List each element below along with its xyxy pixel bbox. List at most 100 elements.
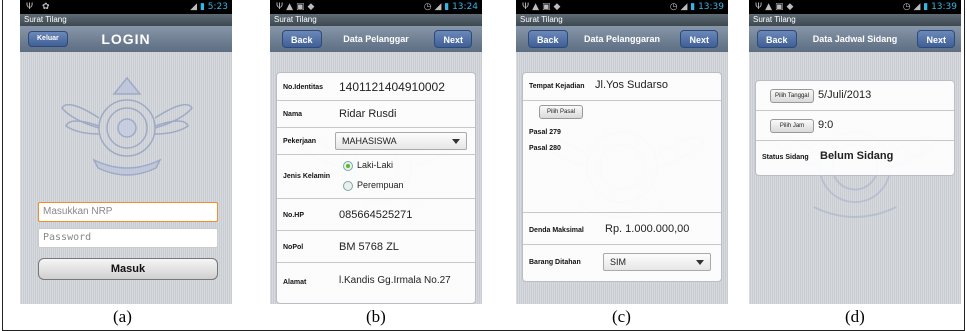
field-label: No.HP (283, 212, 304, 219)
pasal-item: Pasal 280 (529, 145, 561, 152)
field-row-tanggal: Pilih Tanggal 5/Juli/2013 (756, 81, 954, 111)
police-emblem-logo (61, 76, 193, 176)
status-bar: Ψ ✿ ◢ ▮ 5:23 (20, 0, 232, 14)
field-row-pasal: Pilih Pasal Pasal 279 Pasal 280 (523, 101, 721, 213)
caption-d: (d) (845, 307, 865, 326)
radio-label: Perempuan (357, 180, 404, 190)
form-body: Pilih Tanggal 5/Juli/2013 Pilih Jam 9:0 … (749, 52, 961, 304)
pasal-item: Pasal 279 (529, 129, 561, 136)
status-time: 5:23 (207, 2, 228, 12)
signal-icon: ◢ (680, 2, 688, 12)
app-title: Surat Tilang (20, 14, 232, 26)
form-body: No.Identitas 1401121404910002 Nama Ridar… (270, 52, 482, 304)
alarm-icon: ◷ (902, 2, 911, 12)
field-label: Nama (283, 111, 303, 118)
field-row-nama: Nama Ridar Rusdi (277, 101, 475, 128)
nama-field[interactable]: Ridar Rusdi (339, 108, 396, 120)
field-row-identitas: No.Identitas 1401121404910002 (277, 73, 475, 101)
field-row-jenis-kelamin: Jenis Kelamin Laki-Laki Perempuan (277, 155, 475, 199)
nav-bar: Data Jadwal Sidang Back Next (749, 26, 961, 52)
status-time: 13:39 (698, 2, 724, 12)
field-row-barang: Barang Ditahan SIM (523, 245, 721, 281)
screen-data-pelanggar: Ψ▲▣◆ ◷ ◢ ▮ 13:24 Surat Tilang Data Pelan… (270, 0, 482, 304)
next-button[interactable]: Next (680, 30, 718, 48)
form-card: Pilih Tanggal 5/Juli/2013 Pilih Jam 9:0 … (755, 80, 955, 176)
pilih-jam-button[interactable]: Pilih Jam (770, 119, 814, 133)
battery-icon: ▮ (444, 2, 450, 12)
radio-perempuan[interactable] (343, 181, 353, 191)
screen-login: Ψ ✿ ◢ ▮ 5:23 Surat Tilang LOGIN Keluar M… (20, 0, 232, 304)
masuk-button[interactable]: Masuk (38, 258, 218, 280)
caption-c: (c) (612, 307, 631, 326)
field-row-alamat: Alamat l.Kandis Gg.Irmala No.27 (277, 263, 475, 301)
screen-data-jadwal-sidang: Ψ▲▣◆ ◷ ◢ ▮ 13:39 Surat Tilang Data Jadwa… (749, 0, 961, 304)
caption-b: (b) (366, 307, 386, 326)
nohp-field[interactable]: 085664525271 (339, 209, 412, 221)
signal-icon: ◢ (434, 2, 442, 12)
status-bar: Ψ▲▣◆ ◷ ◢ ▮ 13:39 (749, 0, 961, 14)
nav-bar: Data Pelanggar Back Next (270, 26, 482, 52)
nrp-input[interactable]: Masukkan NRP (38, 202, 218, 222)
identitas-field[interactable]: 1401121404910002 (339, 80, 445, 94)
battery-icon: ▮ (690, 2, 696, 12)
field-label: Barang Ditahan (529, 259, 581, 266)
status-bar: Ψ▲▣◆ ◷ ◢ ▮ 13:24 (270, 0, 482, 14)
field-label: NoPol (283, 244, 304, 251)
keluar-button[interactable]: Keluar (28, 31, 68, 47)
password-input[interactable]: Password (38, 228, 218, 248)
next-button[interactable]: Next (917, 30, 955, 48)
pilih-pasal-button[interactable]: Pilih Pasal (539, 105, 583, 119)
status-time: 13:39 (931, 2, 957, 12)
status-time: 13:24 (452, 2, 478, 12)
form-body: Tempat Kejadian Jl.Yos Sudarso Pilih Pas… (516, 52, 728, 304)
chevron-down-icon (452, 139, 460, 144)
jam-value: 9:0 (818, 119, 834, 131)
field-row-jam: Pilih Jam 9:0 (756, 111, 954, 141)
signal-icon: ◢ (190, 2, 198, 12)
alarm-icon: ◷ (423, 2, 432, 12)
pekerjaan-select[interactable]: MAHASISWA (335, 132, 467, 150)
back-button[interactable]: Back (528, 30, 568, 48)
caption-a: (a) (113, 307, 132, 326)
warning-icon: Ψ▲▣◆ (522, 2, 564, 12)
next-button[interactable]: Next (434, 30, 472, 48)
alamat-field[interactable]: l.Kandis Gg.Irmala No.27 (339, 275, 451, 286)
field-label: Status Sidang (762, 154, 809, 161)
tempat-field[interactable]: Jl.Yos Sudarso (595, 79, 668, 91)
battery-icon: ▮ (199, 2, 205, 12)
back-button[interactable]: Back (282, 30, 322, 48)
barang-value: SIM (610, 257, 627, 267)
denda-value: Rp. 1.000.000,00 (605, 223, 690, 235)
status-bar: Ψ▲▣◆ ◷ ◢ ▮ 13:39 (516, 0, 728, 14)
signal-icon: ◢ (913, 2, 921, 12)
form-card: No.Identitas 1401121404910002 Nama Ridar… (276, 72, 476, 304)
field-row-nohp: No.HP 085664525271 (277, 199, 475, 231)
field-row-pekerjaan: Pekerjaan MAHASISWA (277, 128, 475, 155)
app-title: Surat Tilang (749, 14, 961, 26)
pekerjaan-value: MAHASISWA (342, 136, 397, 146)
chevron-down-icon (696, 260, 704, 265)
battery-icon: ▮ (923, 2, 929, 12)
field-label: Pekerjaan (283, 138, 317, 145)
field-label: No.Identitas (283, 84, 324, 91)
usb-icon: Ψ ✿ (26, 2, 53, 12)
field-label: Jenis Kelamin (283, 173, 331, 180)
radio-laki-laki[interactable] (343, 161, 353, 171)
nav-bar: LOGIN Keluar (20, 26, 232, 52)
nav-bar: Data Pelanggaran Back Next (516, 26, 728, 52)
alarm-icon: ◷ (669, 2, 678, 12)
field-row-tempat: Tempat Kejadian Jl.Yos Sudarso (523, 73, 721, 101)
android-icon: Ψ▲▣◆ (276, 2, 318, 12)
field-row-status: Status Sidang Belum Sidang (756, 141, 954, 175)
nopol-field[interactable]: BM 5768 ZL (339, 241, 399, 253)
image-icon: Ψ▲▣◆ (755, 2, 797, 12)
back-button[interactable]: Back (757, 30, 797, 48)
field-label: Tempat Kejadian (529, 83, 585, 90)
barang-select[interactable]: SIM (603, 253, 711, 271)
pilih-tanggal-button[interactable]: Pilih Tanggal (770, 89, 814, 103)
app-title: Surat Tilang (516, 14, 728, 26)
form-card: Tempat Kejadian Jl.Yos Sudarso Pilih Pas… (522, 72, 722, 282)
login-body: Masukkan NRP Password Masuk (20, 52, 232, 304)
radio-label: Laki-Laki (357, 160, 394, 170)
field-label: Denda Maksimal (529, 227, 584, 234)
